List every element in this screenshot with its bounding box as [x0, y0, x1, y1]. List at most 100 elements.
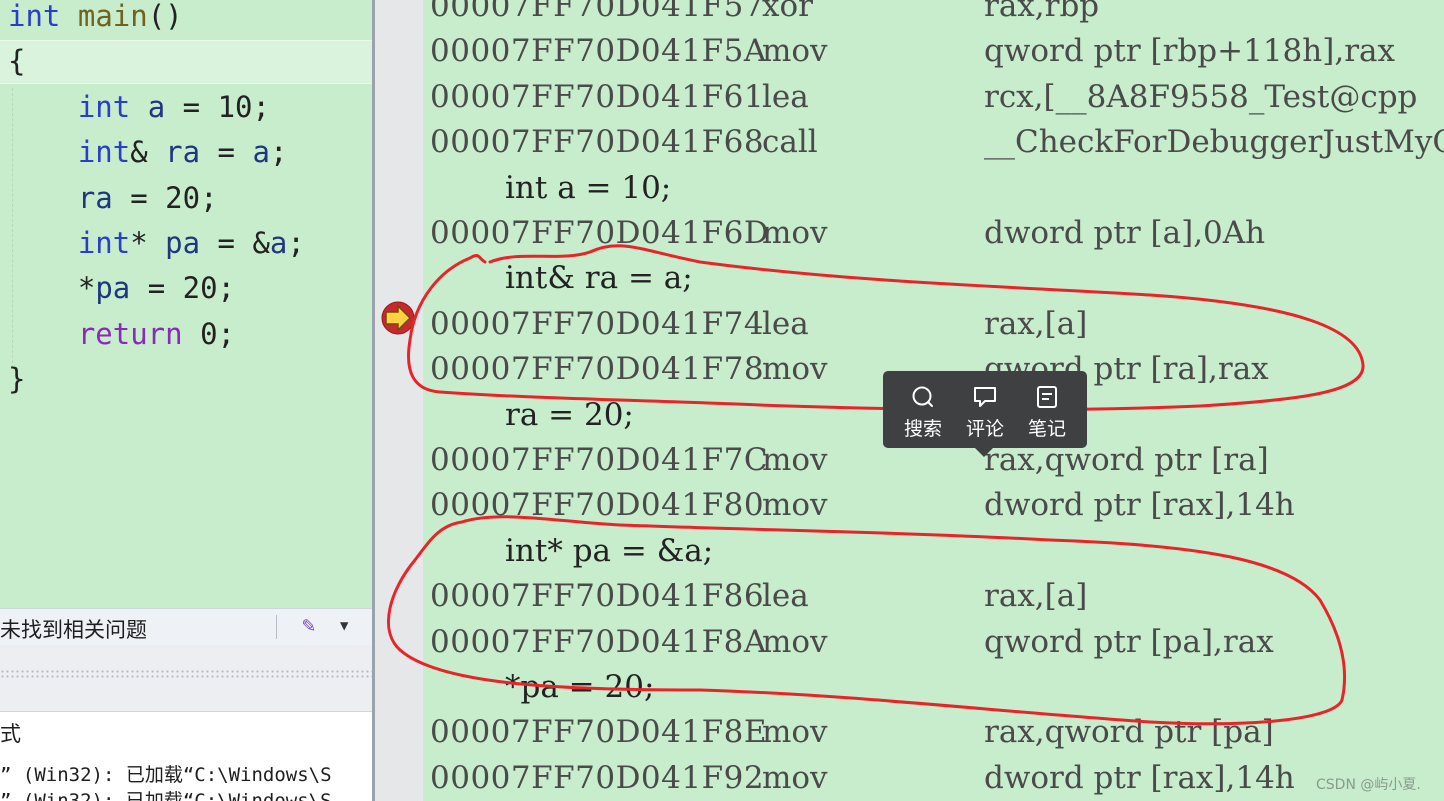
disassembly-instruction-row[interactable]: 00007FF70D041F57 xor rax,rbp [423, 0, 1444, 29]
code-token: ; [217, 271, 236, 306]
instruction-mnemonic: mov [762, 33, 828, 70]
disassembly-instruction-row[interactable]: 00007FF70D041F8E mov rax,qword ptr [pa] [423, 710, 1444, 755]
disassembly-instruction-row[interactable]: 00007FF70D041F5A mov qword ptr [rbp+118h],… [423, 29, 1444, 74]
instruction-mnemonic: xor [762, 0, 813, 24]
chevron-down-icon[interactable]: ▼ [340, 618, 348, 634]
code-token: ; [252, 89, 270, 124]
toolbar-separator [276, 615, 277, 639]
disassembly-instruction-row[interactable]: 00007FF70D041F74 lea rax,[a] [423, 302, 1444, 347]
code-token: int [77, 226, 131, 260]
disassembly-source-line[interactable]: int* pa = &a; [423, 529, 1444, 574]
code-token: pa [165, 226, 201, 260]
code-cleanup-wand-icon[interactable]: ✎ [302, 613, 315, 638]
code-token: a [147, 89, 166, 124]
output-line: ” (Win32): 已加载“C:\Windows\S [0, 790, 332, 801]
instruction-address: 00007FF70D041F57 [430, 0, 765, 24]
disassembly-instruction-row[interactable]: 00007FF70D041F92 mov dword ptr [rax],14h [423, 756, 1444, 801]
instruction-address: 00007FF70D041F68 [430, 124, 765, 161]
splitter-grip[interactable] [0, 669, 372, 679]
issues-status-text: 未找到相关问题 [0, 618, 147, 642]
output-source-label: 式 [0, 722, 21, 746]
code-token: * [77, 271, 96, 306]
disassembly-instruction-row[interactable]: 00007FF70D041F86 lea rax,[a] [423, 574, 1444, 619]
breakpoint-margin[interactable] [375, 0, 423, 801]
current-line-highlight [0, 40, 372, 84]
disassembly-instruction-row[interactable]: 00007FF70D041F80 mov dword ptr [rax],14h [423, 483, 1444, 528]
code-token: int [77, 89, 131, 124]
comment-button[interactable]: 评论 [955, 371, 1015, 448]
instruction-address: 00007FF70D041F8E [430, 714, 767, 751]
code-token: ; [200, 180, 218, 215]
code-token: ; [287, 226, 305, 260]
disassembly-instruction-row[interactable]: 00007FF70D041F68 call __CheckForDebuggerJu… [423, 120, 1444, 165]
instruction-address: 00007FF70D041F7C [430, 442, 769, 478]
instruction-address: 00007FF70D041F61 [430, 78, 765, 115]
instruction-operands: qword ptr [pa],rax [984, 623, 1274, 660]
disassembly-instruction-row[interactable]: 00007FF70D041F8A mov qword ptr [pa],rax [423, 620, 1444, 665]
instruction-operands: dword ptr [rax],14h [984, 759, 1295, 796]
disassembly-source-line[interactable]: *pa = 20; [423, 665, 1444, 710]
disassembly-source-line[interactable]: int& ra = a; [423, 256, 1444, 301]
instruction-mnemonic: mov [762, 215, 828, 251]
instruction-operands: rax,qword ptr [pa] [984, 714, 1274, 751]
code-token: a [269, 226, 288, 260]
code-token: int [8, 0, 61, 33]
code-token: { [8, 44, 26, 79]
source-editor[interactable]: int main(){ int a = 10; int& ra = a; ra … [0, 0, 372, 608]
code-token: * [130, 226, 166, 260]
code-token: = [165, 89, 218, 124]
panel-splitter[interactable] [0, 645, 372, 711]
source-line: int* pa = &a; [8, 221, 305, 265]
instruction-address: 00007FF70D041F8A [430, 623, 767, 660]
instruction-operands: dword ptr [a],0Ah [984, 215, 1266, 251]
instruction-operands: rcx,[__8A8F9558_Test@cpp [984, 78, 1418, 115]
code-token: & [130, 135, 166, 170]
disassembly-instruction-row[interactable]: 00007FF70D041F61 lea rcx,[__8A8F9558_Test@… [423, 75, 1444, 120]
instruction-address: 00007FF70D041F80 [430, 487, 765, 524]
instruction-operands: rax,[a] [984, 578, 1088, 615]
disassembly-instruction-row[interactable]: 00007FF70D041F6D mov dword ptr [a],0Ah [423, 211, 1444, 256]
instruction-operands: rax,rbp [984, 0, 1100, 24]
instruction-mnemonic: mov [762, 623, 828, 660]
instruction-operands: qword ptr [rbp+118h],rax [984, 33, 1395, 70]
source-statement: int* pa = &a; [505, 532, 714, 569]
instruction-operands: dword ptr [rax],14h [984, 487, 1295, 524]
source-line: int main() [8, 0, 183, 38]
code-token: int [77, 135, 131, 170]
output-panel-header: 式 [0, 711, 372, 753]
code-token: = [112, 180, 166, 215]
instruction-address: 00007FF70D041F92 [430, 759, 765, 796]
code-token: 20 [182, 271, 218, 306]
comment-icon [974, 387, 996, 407]
search-button[interactable]: 搜索 [893, 371, 953, 448]
instruction-mnemonic: mov [762, 714, 828, 751]
search-button-label: 搜索 [903, 418, 942, 440]
code-token: () [147, 0, 183, 33]
instruction-pointer-arrow-icon [381, 301, 415, 335]
source-statement: *pa = 20; [505, 669, 655, 705]
output-line: ” (Win32): 已加载“C:\Windows\S [0, 764, 332, 786]
source-line: *pa = 20; [8, 266, 235, 310]
instruction-mnemonic: mov [762, 487, 828, 524]
code-token: ; [217, 316, 236, 351]
code-token: 0 [200, 316, 218, 351]
disassembly-source-line[interactable]: int a = 10; [423, 166, 1444, 211]
search-icon [912, 386, 933, 407]
instruction-mnemonic: lea [762, 305, 809, 342]
source-line: } [8, 357, 25, 401]
code-token: } [8, 362, 26, 397]
output-panel[interactable]: ” (Win32): 已加载“C:\Windows\S ” (Win32): 已… [0, 752, 372, 801]
instruction-address: 00007FF70D041F86 [430, 578, 765, 615]
source-statement: int a = 10; [505, 169, 672, 206]
instruction-mnemonic: mov [762, 759, 828, 796]
instruction-address: 00007FF70D041F74 [430, 305, 765, 342]
note-button[interactable]: 笔记 [1017, 371, 1077, 448]
code-token: ra [77, 180, 113, 215]
